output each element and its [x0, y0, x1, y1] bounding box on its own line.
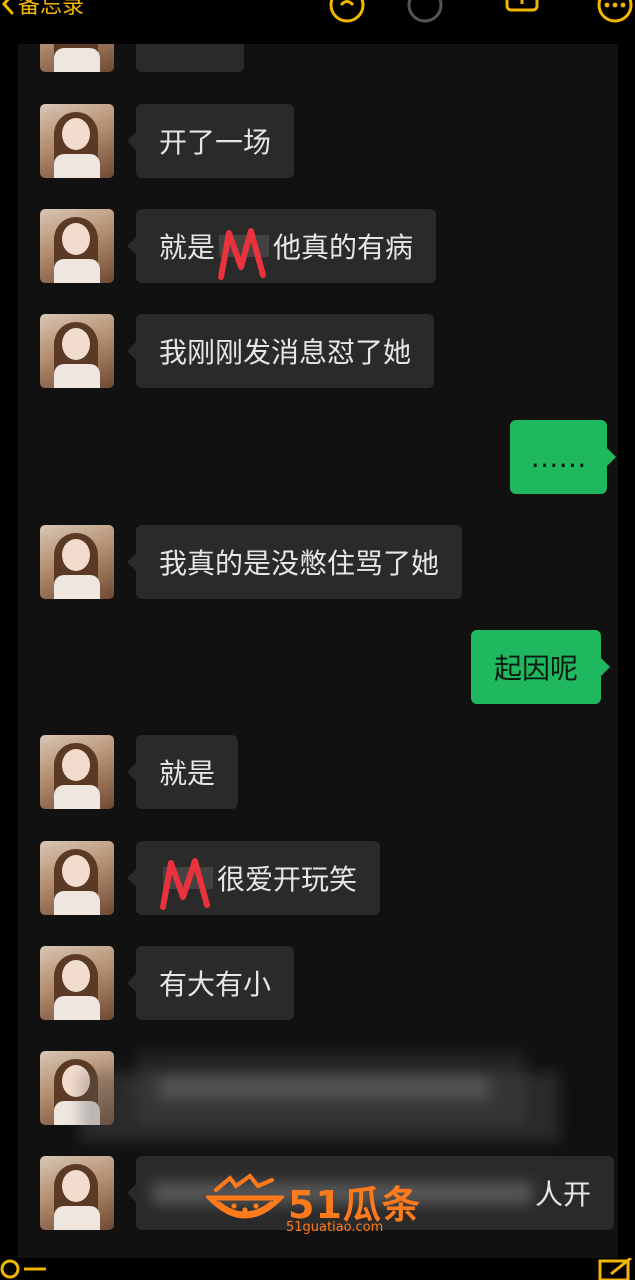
message-bubble: 我刚刚发消息怼了她: [126, 314, 435, 388]
back-button[interactable]: 备忘录: [0, 0, 84, 20]
message-text: 人开: [534, 1178, 591, 1211]
message-text: 他真的有病: [273, 231, 414, 264]
avatar: [40, 44, 114, 72]
message-text: 开了一场: [159, 126, 272, 159]
blur-overlay: [80, 1072, 560, 1142]
chevron-left-icon: [1, 0, 14, 15]
redo-icon[interactable]: [406, 0, 444, 24]
message-bubble: 我真的是没憋住骂了她: [126, 525, 463, 599]
message-text: 我刚刚发消息怼了她: [159, 336, 412, 369]
message-bubble: [136, 44, 244, 72]
message-bubble: 就是: [126, 735, 239, 809]
avatar: [40, 104, 114, 178]
avatar: [40, 209, 114, 283]
message-bubble: 有大有小: [126, 946, 295, 1020]
redaction-mark: [215, 228, 273, 280]
message-text: 起因呢: [494, 652, 579, 685]
message-text: 有大有小: [159, 968, 272, 1001]
notes-bottom-bar: [0, 1258, 635, 1280]
redaction-mark: [159, 858, 217, 910]
watermark-logo: 51瓜条 51guatiao.com: [204, 1172, 436, 1238]
message-text: 我真的是没憋住骂了她: [159, 547, 440, 580]
message-text: ……: [530, 440, 587, 474]
avatar: [40, 1156, 114, 1230]
message-bubble: 很爱开玩笑: [126, 841, 381, 915]
back-label: 备忘录: [18, 0, 85, 19]
watermark-url: 51guatiao.com: [286, 1220, 384, 1235]
avatar: [40, 735, 114, 809]
scribble-icon: [160, 858, 210, 910]
undo-icon[interactable]: [328, 0, 366, 24]
share-icon[interactable]: [503, 0, 541, 24]
message-text: 就是: [159, 757, 216, 790]
message-bubble: 开了一场: [126, 104, 295, 178]
watermelon-icon: [204, 1173, 286, 1219]
message-text: 就是: [159, 231, 216, 264]
checklist-icon[interactable]: [0, 1258, 50, 1280]
more-icon[interactable]: [596, 0, 634, 24]
compose-icon[interactable]: [597, 1258, 635, 1280]
notes-toolbar: 备忘录: [0, 0, 635, 30]
avatar: [40, 314, 114, 388]
scribble-icon: [218, 228, 267, 280]
avatar: [40, 946, 114, 1020]
message-text: 很爱开玩笑: [217, 863, 358, 896]
message-bubble: 就是 他真的有病: [126, 209, 437, 283]
avatar: [40, 841, 114, 915]
sent-message-bubble: ……: [510, 420, 616, 494]
sent-message-bubble: 起因呢: [471, 630, 611, 704]
avatar: [40, 525, 114, 599]
